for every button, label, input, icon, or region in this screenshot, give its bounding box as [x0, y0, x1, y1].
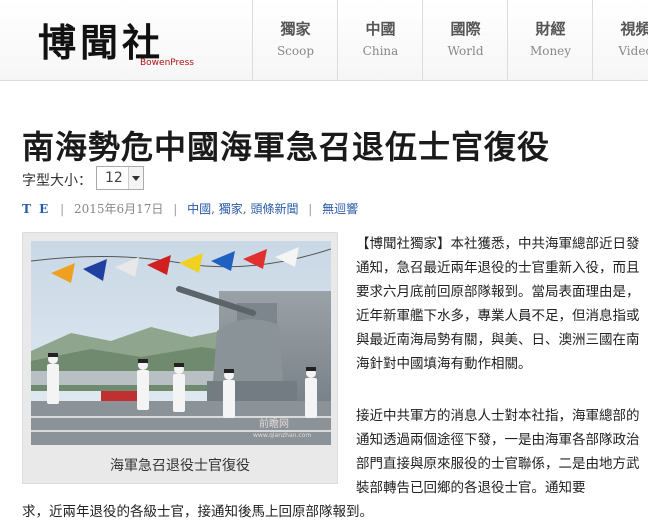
- article-photo[interactable]: 前瞻网 www.qianzhan.com: [31, 241, 331, 445]
- author-link[interactable]: T E: [22, 202, 50, 216]
- photo-watermark: 前瞻网: [259, 417, 289, 430]
- article-photo-figure: 前瞻网 www.qianzhan.com 海軍急召退役士官復役: [22, 232, 338, 484]
- photo-caption: 海軍急召退役士官復役: [110, 458, 250, 474]
- site-header: 博聞社 BowenPress 獨家 Scoop 中國 China 國際 Worl…: [0, 0, 648, 81]
- nav-item-scoop[interactable]: 獨家 Scoop: [252, 0, 338, 80]
- nav-item-video[interactable]: 視頻 Video: [592, 0, 648, 80]
- meta-separator: |: [173, 202, 178, 216]
- photo-watermark-url: www.qianzhan.com: [253, 432, 311, 439]
- category-comma: ,: [211, 202, 219, 216]
- category-link-headlines[interactable]: 頭條新聞: [250, 202, 298, 216]
- article-paragraph-1: 【博聞社獨家】本社獲悉，中共海軍總部近日發通知，急召最近兩年退役的士官重新入役，…: [356, 236, 640, 372]
- article-paragraph-2: 接近中共軍方的消息人士對本社指，海軍總部的通知透過兩個途徑下發，一是由海軍各部隊…: [356, 408, 640, 496]
- nav-item-label-en: China: [362, 44, 399, 58]
- meta-separator: |: [60, 202, 65, 216]
- nav-item-label-en: World: [447, 44, 484, 58]
- nav-item-label-en: Money: [529, 44, 572, 58]
- font-size-label: 字型大小：: [22, 173, 92, 189]
- nav-item-label-en: Video: [618, 44, 648, 58]
- nav-item-money[interactable]: 財經 Money: [507, 0, 593, 80]
- site-logo[interactable]: 博聞社 BowenPress: [30, 8, 220, 74]
- chevron-down-icon: [128, 167, 143, 189]
- nav-item-china[interactable]: 中國 China: [337, 0, 423, 80]
- nav-item-label-cn: 國際: [450, 20, 481, 38]
- comments-link[interactable]: 無迴響: [322, 202, 358, 216]
- font-size-value: 12: [105, 170, 123, 186]
- nav-item-label-cn: 獨家: [280, 20, 311, 38]
- font-size-select[interactable]: 12: [96, 166, 144, 190]
- category-link-china[interactable]: 中國: [187, 202, 211, 216]
- article-title: 南海勢危中國海軍急召退伍士官復役: [22, 128, 551, 166]
- nav-item-label-cn: 視頻: [620, 20, 648, 38]
- nav-item-label-cn: 中國: [365, 20, 396, 38]
- article-meta: T E | 2015年6月17日 | 中國, 獨家, 頭條新聞 | 無迴響: [22, 200, 358, 217]
- category-link-scoop[interactable]: 獨家: [219, 202, 243, 216]
- meta-separator: |: [308, 202, 313, 216]
- article-paragraph-2-continued: 求，近兩年退役的各級士官，接通知後馬上回原部隊報到。: [22, 504, 373, 520]
- nav-item-world[interactable]: 國際 World: [422, 0, 508, 80]
- logo-english-text: BowenPress: [140, 58, 194, 68]
- nav-item-label-cn: 財經: [535, 20, 566, 38]
- nav-item-label-en: Scoop: [276, 44, 315, 58]
- publish-date: 2015年6月17日: [73, 202, 164, 216]
